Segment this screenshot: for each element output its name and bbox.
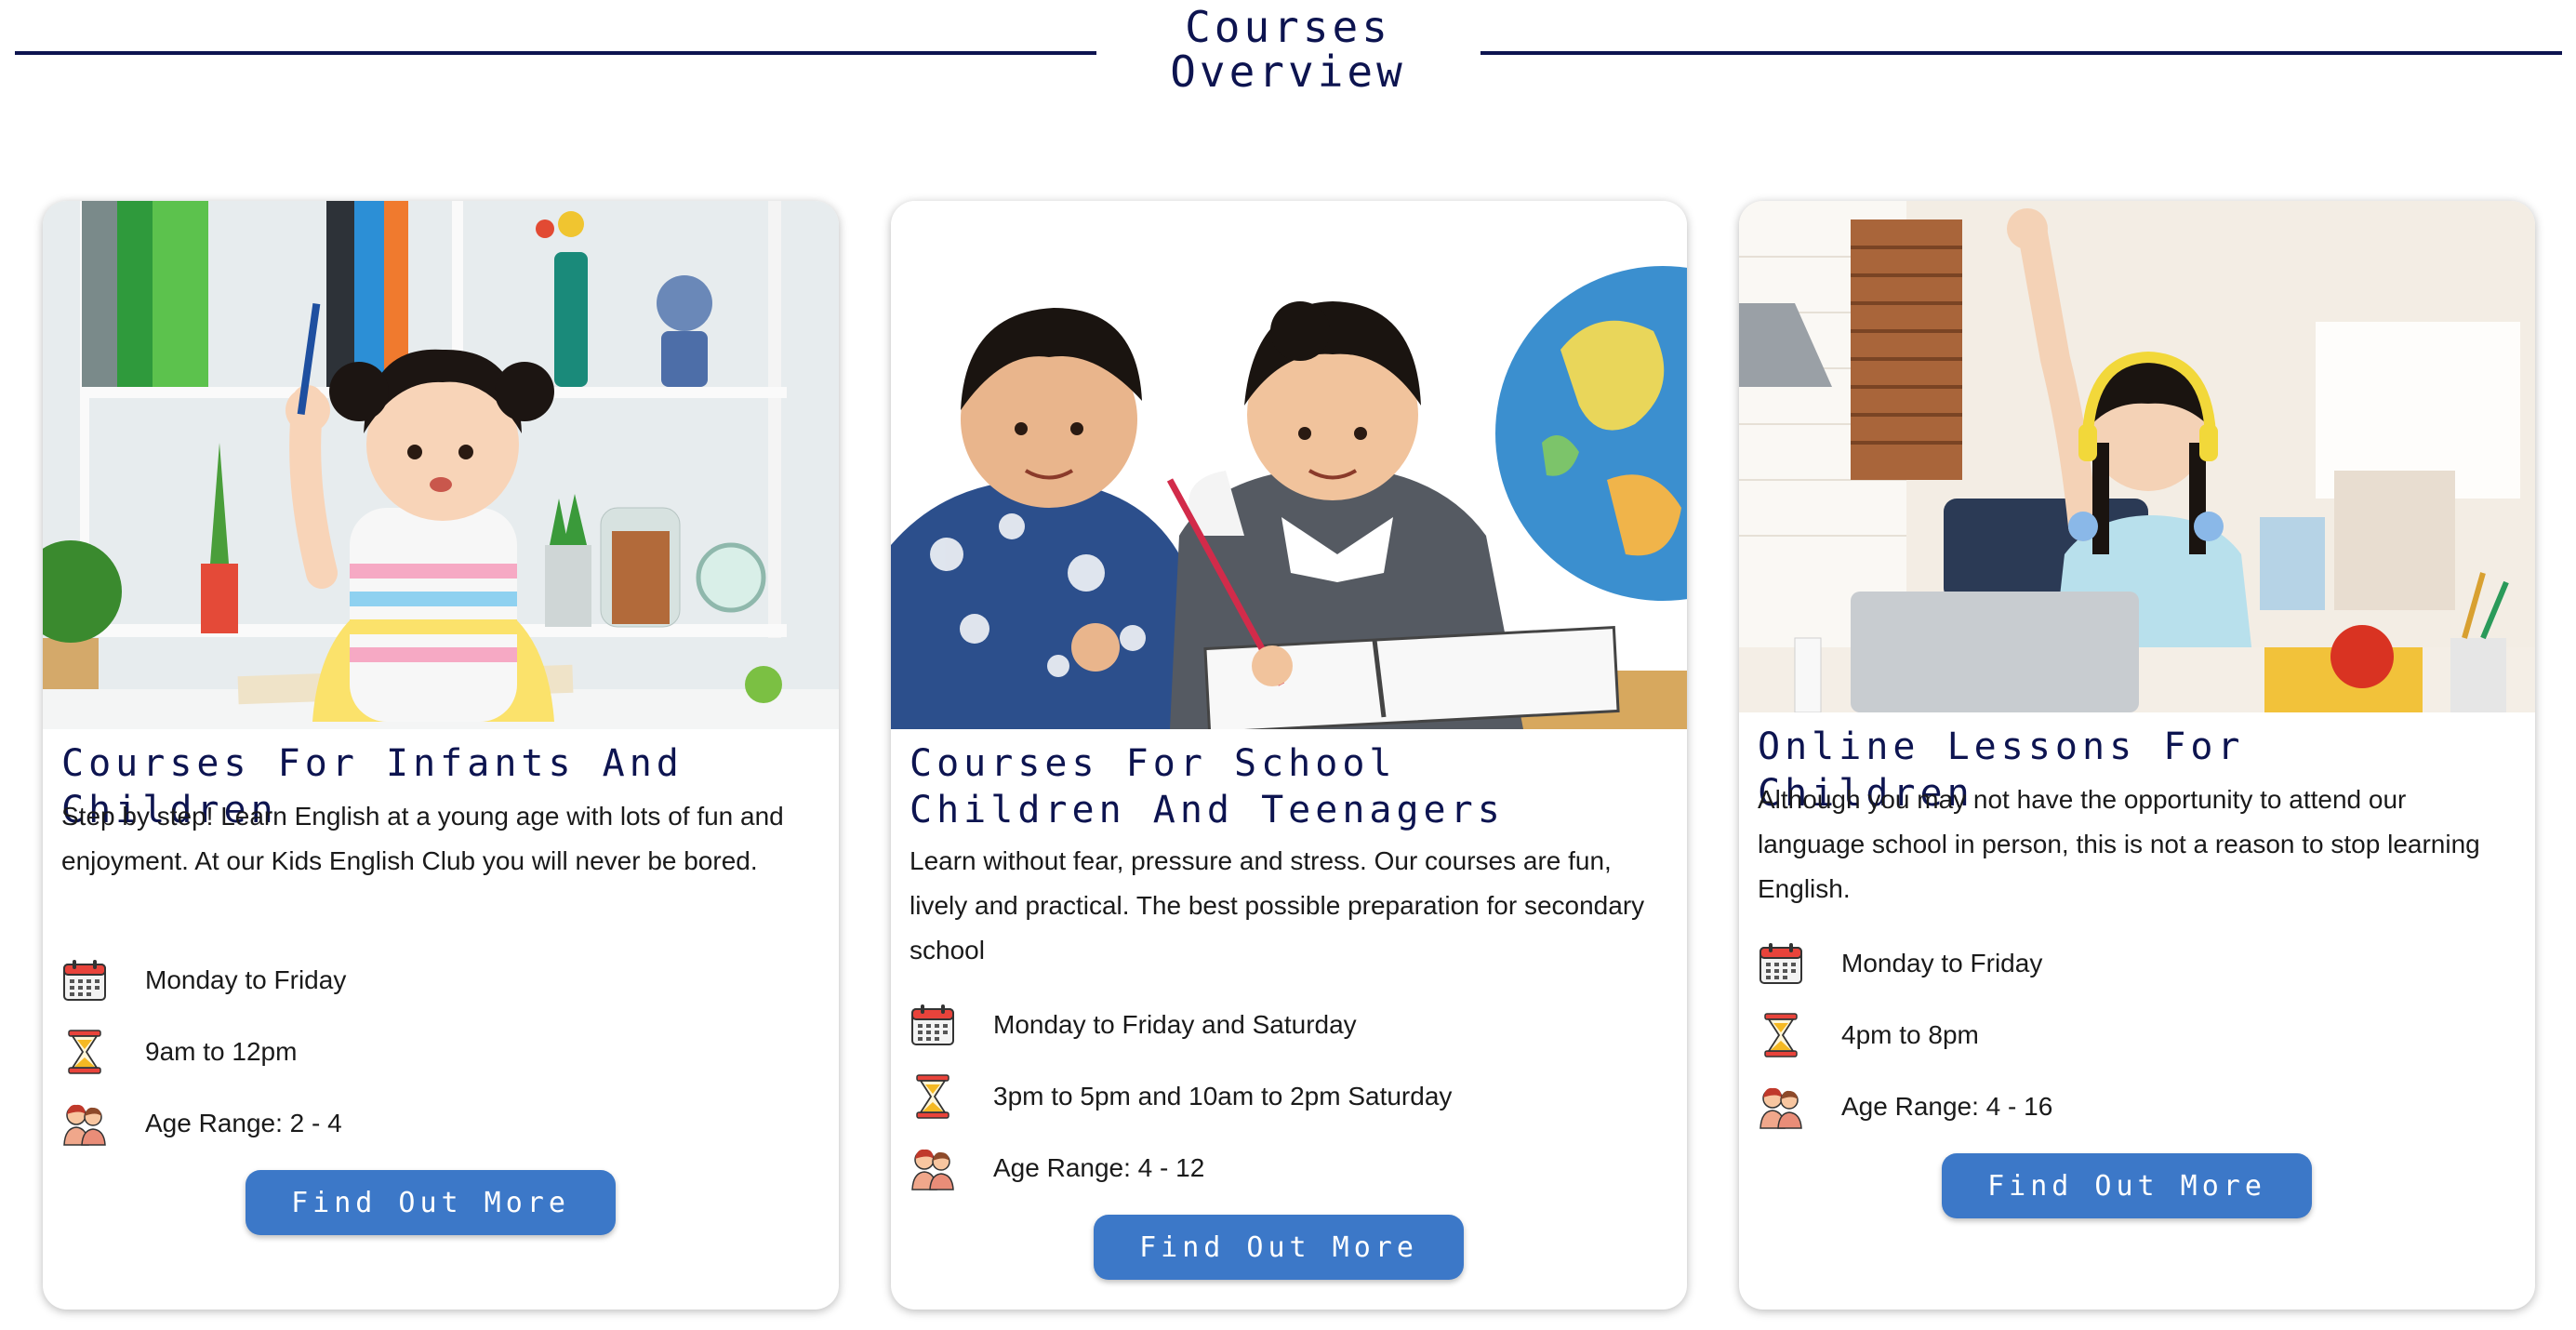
hourglass-icon [910,1073,956,1120]
course-image-school [891,201,1687,729]
hourglass-icon [1758,1012,1804,1058]
age-range-row: Age Range: 2 - 4 [61,1097,805,1150]
age-range: Age Range: 2 - 4 [145,1109,342,1137]
schedule-days: Monday to Friday and Saturday [993,1010,1357,1039]
find-out-more-button[interactable]: Find Out More [1942,1153,2312,1218]
find-out-more-button[interactable]: Find Out More [246,1170,616,1235]
course-image-online [1739,201,2535,712]
children-icon [61,1100,108,1147]
schedule-time-row: 9am to 12pm [61,1025,805,1079]
children-icon [1758,1084,1804,1130]
calendar-icon [61,957,108,1004]
schedule-days-row: Monday to Friday and Saturday [910,998,1653,1052]
course-card-online: Online Lessons For Children Although you… [1739,201,2535,1310]
age-range-row: Age Range: 4 - 12 [910,1141,1653,1195]
course-description: Although you may not have the opportunit… [1758,785,2480,903]
schedule-days: Monday to Friday [1841,949,2043,978]
schedule-time: 4pm to 8pm [1841,1020,1979,1049]
schedule-time-row: 4pm to 8pm [1758,1008,2502,1062]
course-description: Learn without fear, pressure and stress.… [910,846,1645,964]
schedule-days-row: Monday to Friday [61,953,805,1007]
calendar-icon [1758,940,1804,987]
course-image-infants [43,201,839,729]
hourglass-icon [61,1029,108,1075]
section-title: Courses Overview [1170,2,1406,97]
children-icon [910,1145,956,1191]
calendar-icon [910,1002,956,1048]
course-card-infants: Courses For Infants And Children Step by… [43,201,839,1310]
find-out-more-button[interactable]: Find Out More [1094,1215,1464,1280]
age-range: Age Range: 4 - 12 [993,1153,1205,1182]
schedule-time: 9am to 12pm [145,1037,298,1066]
section-header: Courses Overview [0,0,2576,112]
schedule-days: Monday to Friday [145,965,347,994]
age-range-row: Age Range: 4 - 16 [1758,1080,2502,1134]
schedule-days-row: Monday to Friday [1758,937,2502,991]
header-divider-left [15,51,1096,55]
course-title: Courses For School Children And Teenager… [910,742,1505,831]
age-range: Age Range: 4 - 16 [1841,1092,2053,1121]
schedule-time: 3pm to 5pm and 10am to 2pm Saturday [993,1082,1453,1111]
course-description: Step by step! Learn English at a young a… [61,802,784,875]
header-divider-right [1481,51,2562,55]
schedule-time-row: 3pm to 5pm and 10am to 2pm Saturday [910,1070,1653,1124]
course-card-school: Courses For School Children And Teenager… [891,201,1687,1310]
